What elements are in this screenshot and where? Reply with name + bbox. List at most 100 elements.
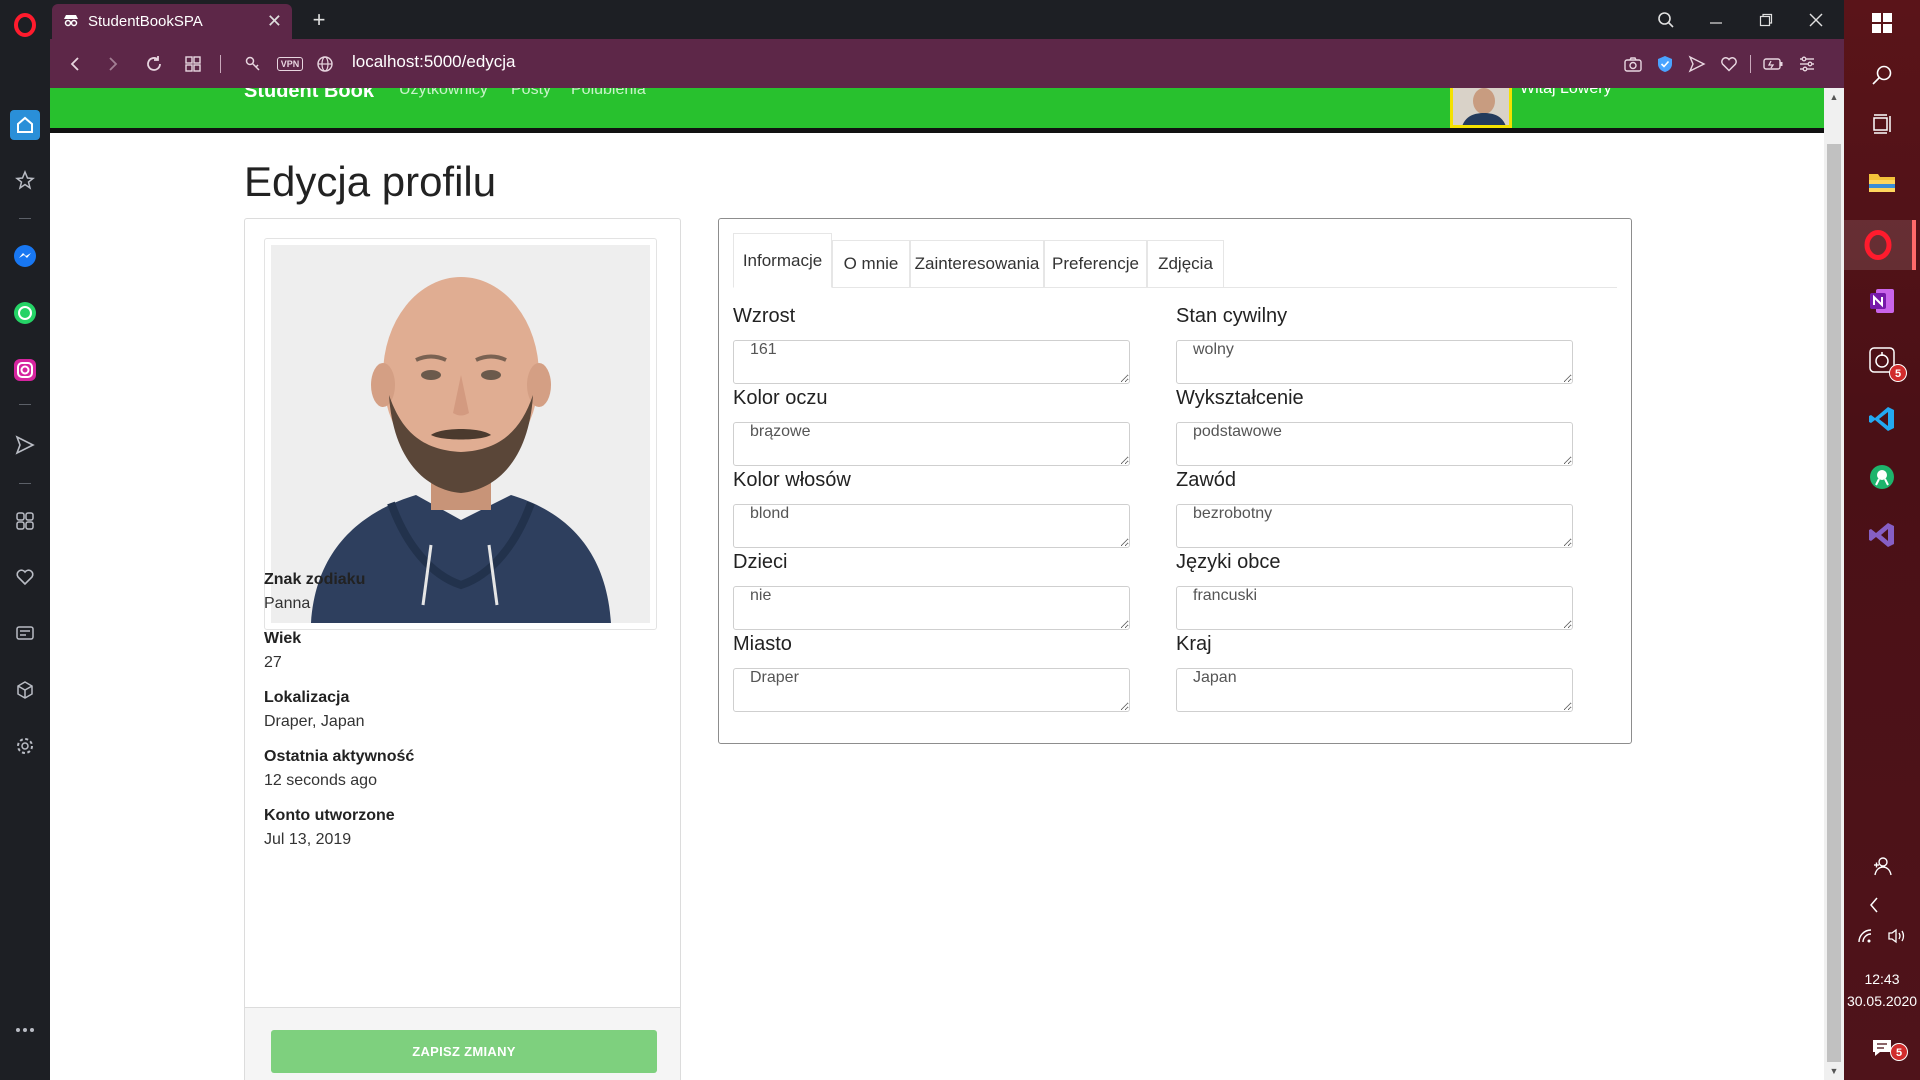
nav-link-users[interactable]: Użytkownicy [399, 88, 488, 99]
onenote-icon[interactable] [1864, 283, 1900, 319]
tab-informacje[interactable]: Informacje [733, 233, 832, 288]
speed-dial-icon[interactable] [10, 165, 40, 195]
key-icon[interactable] [240, 51, 266, 77]
new-tab-button[interactable]: + [296, 0, 342, 39]
scroll-up-arrow-icon[interactable]: ▲ [1829, 92, 1839, 102]
save-changes-button[interactable]: ZAPISZ ZMIANY [271, 1030, 657, 1073]
shield-icon[interactable] [1652, 51, 1678, 77]
nav-link-posts[interactable]: Posty [511, 88, 551, 99]
city-label: Miasto [733, 633, 792, 655]
instagram-icon[interactable] [10, 355, 40, 385]
opera-logo-icon[interactable] [10, 10, 40, 40]
tab-title: StudentBookSPA [88, 13, 203, 30]
opera-sidebar [0, 0, 50, 1080]
messenger-icon[interactable] [10, 241, 40, 271]
profile-card: Znak zodiaku Panna Wiek 27 Lokalizacja D… [244, 218, 681, 1080]
browser-tab-bar: StudentBookSPA ✕ + [50, 0, 1844, 39]
hair-color-input[interactable]: blond [733, 504, 1130, 548]
wifi-icon[interactable] [1852, 918, 1882, 954]
action-center-badge: 5 [1890, 1043, 1908, 1061]
snapshot-icon[interactable] [1620, 51, 1646, 77]
city-input[interactable]: Draper [733, 668, 1130, 712]
vscode-icon[interactable] [1864, 401, 1900, 437]
eye-color-input[interactable]: brązowe [733, 422, 1130, 466]
minimize-window-icon[interactable] [1693, 0, 1739, 39]
tab-preferencje[interactable]: Preferencje [1044, 240, 1147, 288]
avatar[interactable] [1450, 88, 1512, 128]
workspaces-icon[interactable] [10, 506, 40, 536]
marital-status-input[interactable]: wolny [1176, 340, 1573, 384]
profession-input[interactable]: bezrobotny [1176, 504, 1573, 548]
account-created-label: Konto utworzone [264, 807, 395, 824]
location-label: Lokalizacja [264, 689, 350, 706]
close-tab-icon[interactable]: ✕ [267, 11, 282, 32]
education-input[interactable]: podstawowe [1176, 422, 1573, 466]
forward-icon[interactable] [100, 51, 126, 77]
battery-saver-icon[interactable] [1760, 51, 1786, 77]
hair-color-label: Kolor włosów [733, 469, 851, 491]
news-icon[interactable] [10, 618, 40, 648]
file-explorer-icon[interactable] [1864, 164, 1900, 200]
tab-overview-icon[interactable] [180, 51, 206, 77]
search-icon[interactable] [1864, 57, 1900, 93]
brand-link[interactable]: Student Book [244, 88, 374, 103]
children-label: Dzieci [733, 551, 788, 573]
people-icon[interactable] [1864, 848, 1900, 884]
tab-zainteresowania[interactable]: Zainteresowania [910, 240, 1044, 288]
send-to-flow-icon[interactable] [1684, 51, 1710, 77]
eye-color-label: Kolor oczu [733, 387, 828, 409]
home-icon[interactable] [10, 110, 40, 140]
whatsapp-icon[interactable] [10, 298, 40, 328]
tab-o-mnie[interactable]: O mnie [832, 240, 910, 288]
windows-start-icon[interactable] [1864, 5, 1900, 41]
languages-label: Języki obce [1176, 551, 1281, 573]
more-icon[interactable] [10, 1015, 40, 1045]
nav-link-likes[interactable]: Polubienia [571, 88, 646, 99]
taskbar-clock[interactable]: 12:43 30.05.2020 [1844, 968, 1920, 1012]
easy-setup-icon[interactable] [1794, 51, 1820, 77]
languages-input[interactable]: francuski [1176, 586, 1573, 630]
account-created-info: Konto utworzone Jul 13, 2019 [264, 807, 395, 849]
location-info: Lokalizacja Draper, Japan [264, 689, 365, 731]
extensions-icon[interactable] [10, 675, 40, 705]
bookmark-heart-icon[interactable] [1716, 51, 1742, 77]
greeting-text[interactable]: Witaj Lowery [1520, 88, 1612, 98]
reload-icon[interactable] [141, 51, 167, 77]
tab-studentbook[interactable]: StudentBookSPA ✕ [52, 4, 292, 39]
tab-favicon-icon [62, 12, 80, 32]
task-view-icon[interactable] [1864, 106, 1900, 142]
send-icon[interactable] [10, 430, 40, 460]
back-icon[interactable] [62, 51, 88, 77]
vpn-badge[interactable]: VPN [272, 51, 308, 77]
clock-date: 30.05.2020 [1846, 993, 1918, 1009]
settings-icon[interactable] [10, 731, 40, 761]
visual-studio-icon[interactable] [1864, 517, 1900, 553]
tab-list: Informacje O mnie Zainteresowania Prefer… [733, 231, 1617, 288]
zodiac-info: Znak zodiaku Panna [264, 571, 365, 613]
gitkraken-icon[interactable] [1864, 459, 1900, 495]
heart-icon[interactable] [10, 562, 40, 592]
zodiac-label: Znak zodiaku [264, 571, 366, 588]
opera-taskbar-icon[interactable] [1844, 220, 1916, 270]
account-created-value: Jul 13, 2019 [264, 831, 352, 848]
close-window-icon[interactable] [1793, 0, 1839, 39]
card-footer: ZAPISZ ZMIANY [245, 1007, 680, 1080]
country-input[interactable]: Japan [1176, 668, 1573, 712]
volume-icon[interactable] [1882, 918, 1912, 954]
education-label: Wykształcenie [1176, 387, 1304, 409]
url-input[interactable]: localhost:5000/edycja [352, 52, 516, 72]
height-label: Wzrost [733, 305, 796, 327]
clock-time: 12:43 [1864, 971, 1900, 987]
notification-count-badge: 5 [1889, 364, 1907, 382]
height-input[interactable]: 161 [733, 340, 1130, 384]
marital-status-label: Stan cywilny [1176, 305, 1288, 327]
scroll-down-arrow-icon[interactable]: ▼ [1829, 1066, 1839, 1076]
last-active-info: Ostatnia aktywność 12 seconds ago [264, 748, 414, 790]
search-tabs-icon[interactable] [1643, 0, 1689, 39]
restore-window-icon[interactable] [1743, 0, 1789, 39]
tab-zdjecia[interactable]: Zdjęcia [1147, 240, 1224, 288]
children-input[interactable]: nie [733, 586, 1130, 630]
windows-taskbar: 5 12:43 30.05.2020 5 [1844, 0, 1920, 1080]
scrollbar-thumb[interactable] [1827, 144, 1841, 1062]
page-scrollbar[interactable]: ▲ ▼ [1824, 88, 1844, 1080]
